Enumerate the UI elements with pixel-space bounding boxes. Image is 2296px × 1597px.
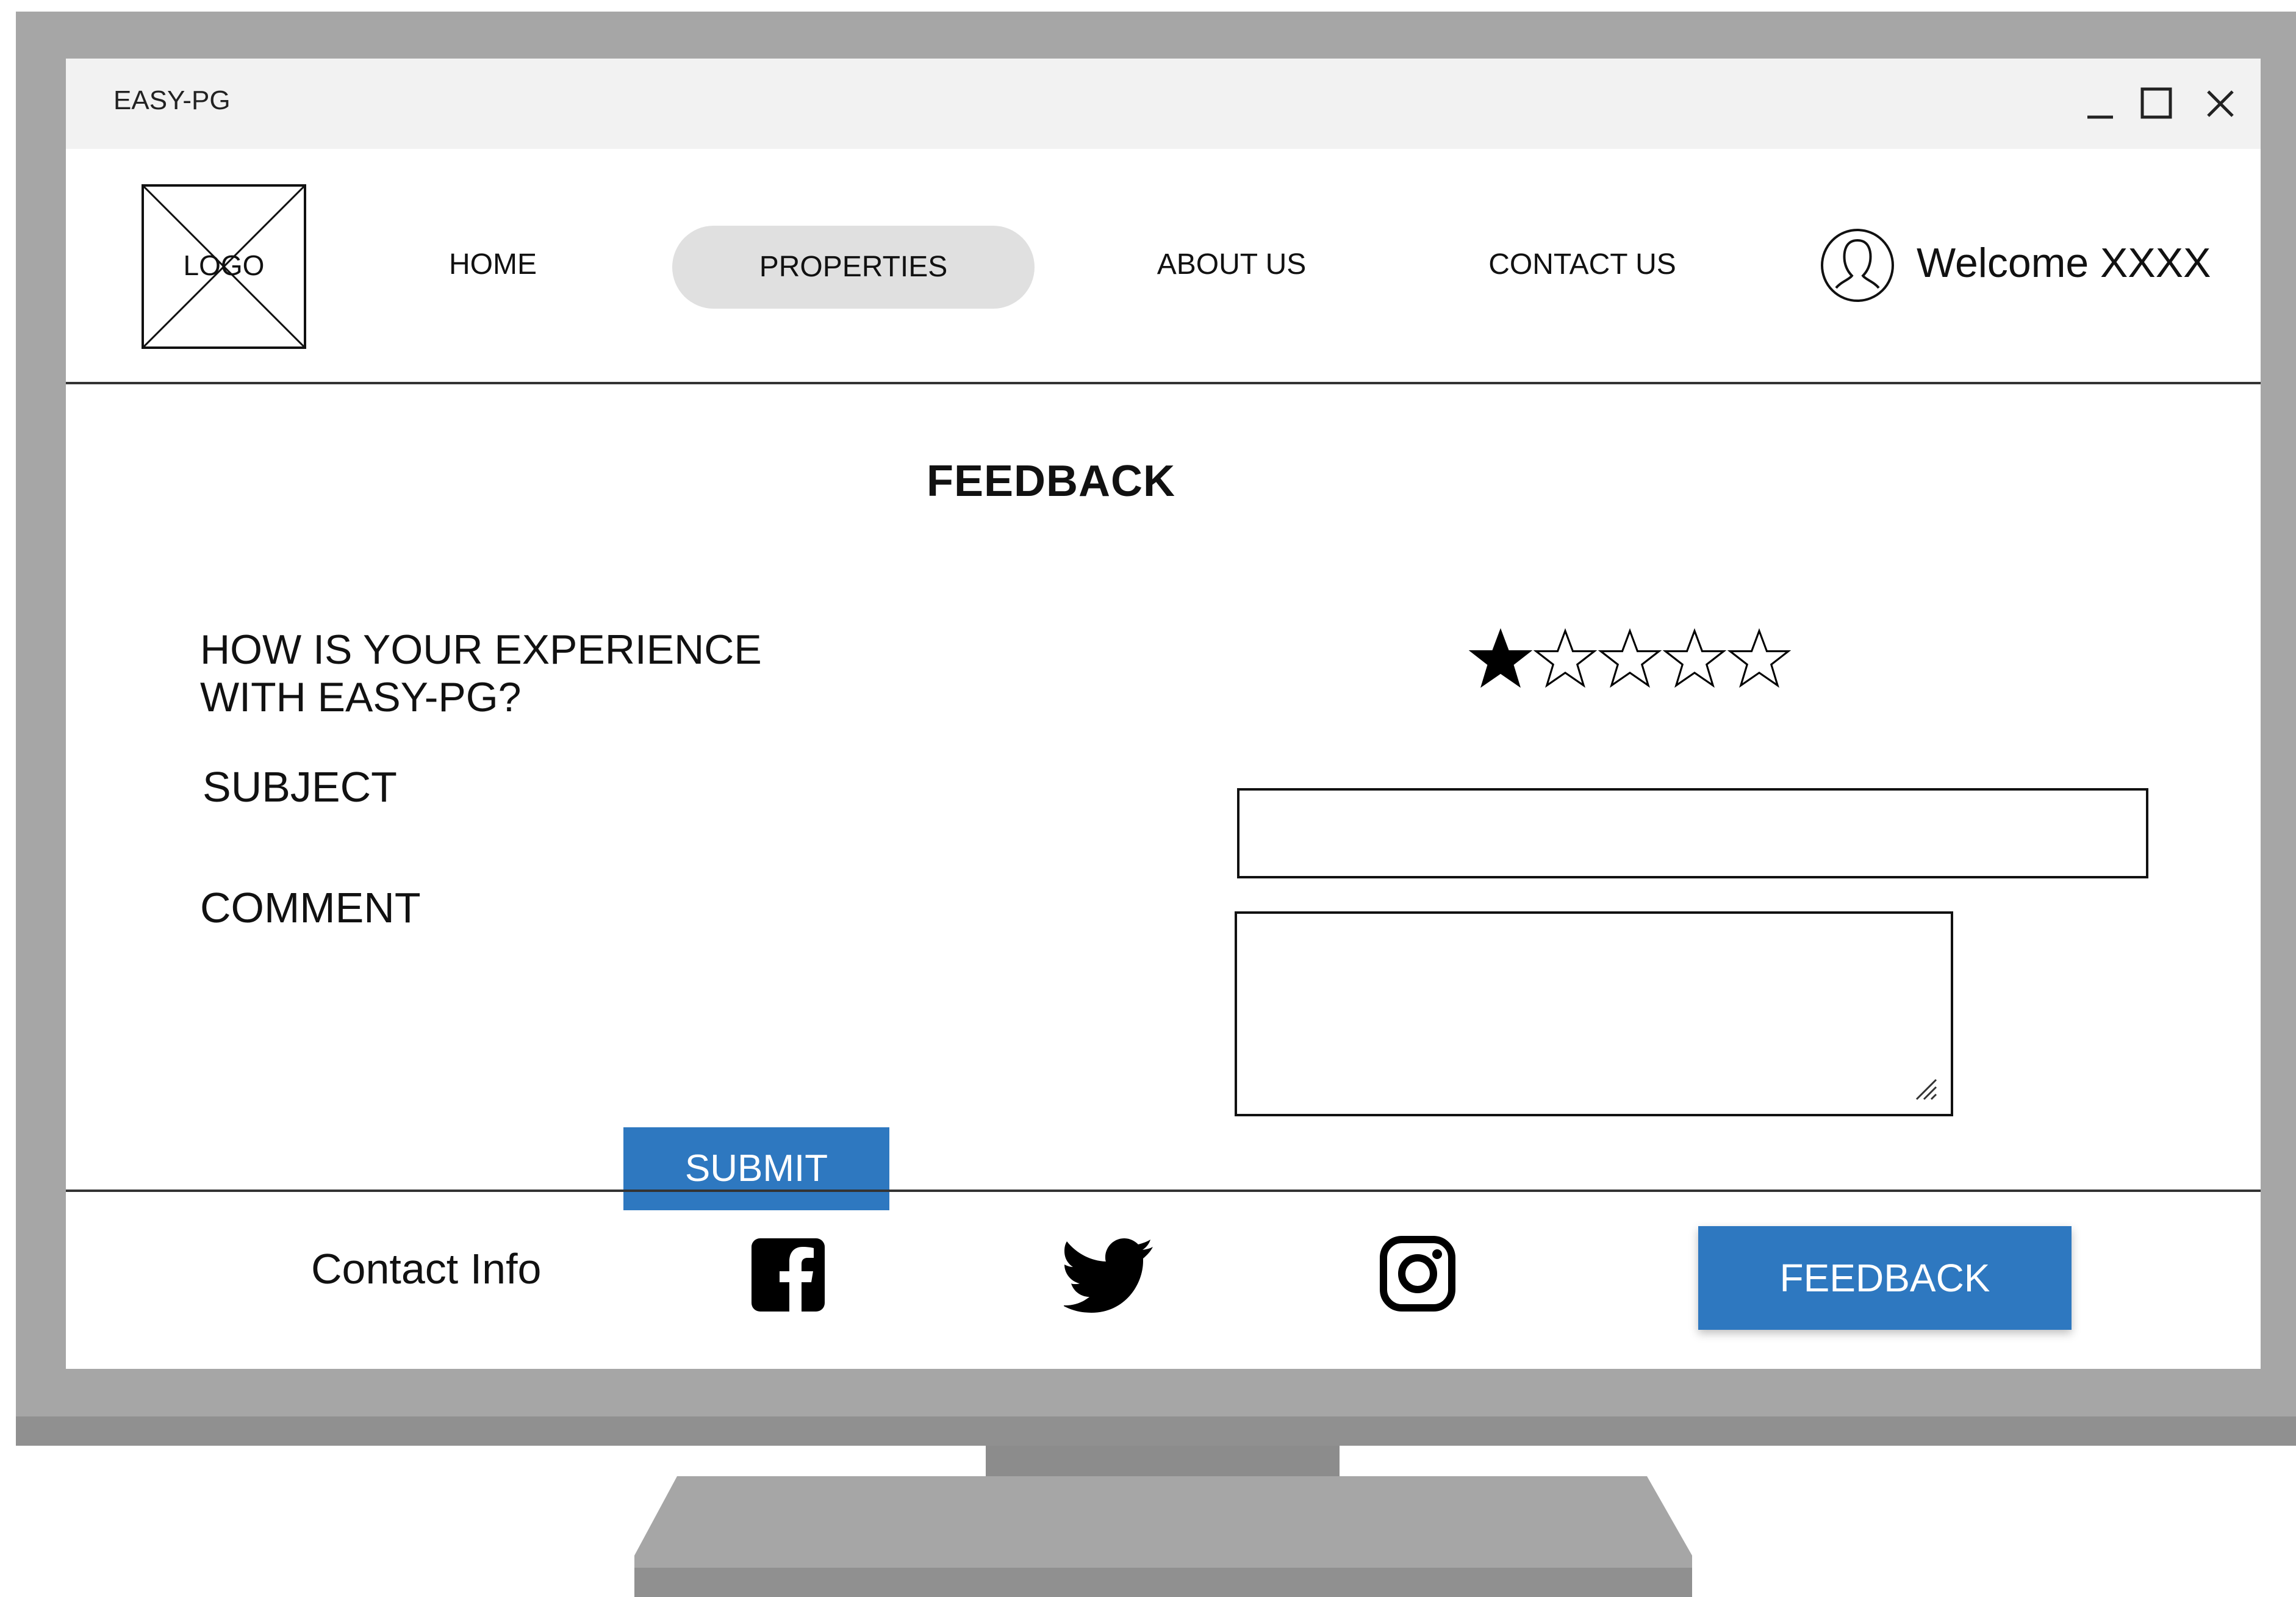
close-button[interactable] [2197,81,2244,127]
star-empty-icon[interactable] [1663,627,1726,691]
nav-contact-us[interactable]: CONTACT US [1454,226,1710,304]
footer: Contact Info FEEDBACK [66,1190,2261,1369]
app-window: EASY-PG LOGO HOME PROPERTIES ABOUT US CO… [66,59,2261,1369]
nav-home[interactable]: HOME [414,226,572,304]
twitter-icon[interactable] [1064,1238,1154,1313]
monitor-bezel-bottom [16,1416,2296,1446]
subject-label: SUBJECT [203,763,397,811]
instagram-icon[interactable] [1379,1235,1457,1313]
maximize-icon [2140,87,2172,119]
feedback-button[interactable]: FEEDBACK [1698,1226,2072,1330]
minimize-icon [2087,115,2113,119]
logo[interactable]: LOGO [142,184,306,349]
nav-about-us[interactable]: ABOUT US [1119,226,1344,304]
maximize-button[interactable] [2134,81,2180,127]
welcome-text: Welcome XXXX [1917,240,2211,286]
star-rating[interactable] [1469,627,1810,694]
experience-question: HOW IS YOUR EXPERIENCE WITH EASY-PG? [200,626,762,720]
star-empty-icon[interactable] [1534,627,1597,691]
contact-info-link[interactable]: Contact Info [311,1244,541,1293]
page-title: FEEDBACK [926,457,1175,506]
header: LOGO HOME PROPERTIES ABOUT US CONTACT US… [66,149,2261,384]
nav-properties[interactable]: PROPERTIES [672,226,1035,309]
close-icon [2207,90,2234,117]
feedback-form: FEEDBACK HOW IS YOUR EXPERIENCE WITH EAS… [66,384,2261,1210]
star-empty-icon[interactable] [1598,627,1662,691]
resize-grip-icon[interactable] [1912,1075,1939,1102]
star-filled-icon[interactable] [1469,627,1532,691]
star-empty-icon[interactable] [1727,627,1791,691]
facebook-icon[interactable] [749,1236,827,1314]
subject-input[interactable] [1237,788,2148,878]
comment-label: COMMENT [200,884,421,931]
monitor-stand [634,1476,1692,1597]
minimize-button[interactable] [2075,81,2122,127]
logo-text: LOGO [183,249,265,281]
comment-textarea[interactable] [1235,911,1953,1116]
user-avatar-icon[interactable] [1819,227,1896,304]
title-bar: EASY-PG [66,59,2261,149]
window-title: EASY-PG [113,85,231,115]
